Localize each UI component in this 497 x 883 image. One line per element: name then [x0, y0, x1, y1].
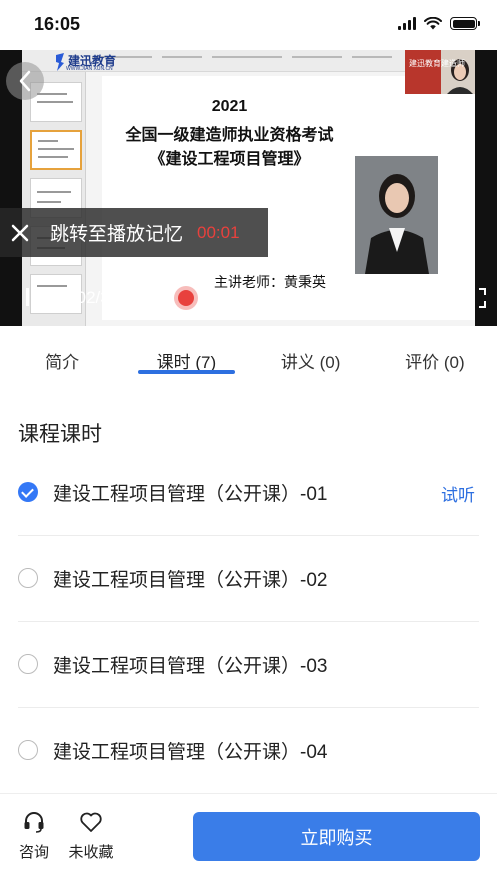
lesson-title: 建设工程项目管理（公开课）-03: [53, 656, 328, 677]
list-item[interactable]: 建设工程项目管理（公开课）-02: [0, 536, 497, 622]
unchecked-circle-icon: [18, 654, 38, 674]
close-icon: [11, 224, 29, 241]
status-time: 16:05: [34, 14, 81, 34]
favorite-button[interactable]: 未收藏: [64, 810, 118, 862]
list-item[interactable]: 建设工程项目管理（公开课）-01 试听: [0, 450, 497, 536]
lesson-title: 建设工程项目管理（公开课）-01: [53, 484, 328, 505]
resume-label[interactable]: 跳转至播放记忆: [50, 219, 183, 246]
lesson-title: 建设工程项目管理（公开课）-02: [53, 570, 328, 591]
tab-reviews[interactable]: 评价 (0): [373, 326, 497, 382]
trial-link[interactable]: 试听: [441, 481, 475, 506]
pip-banner-text: 建迅教育建造师: [409, 59, 465, 68]
cellular-signal-icon: [398, 17, 416, 30]
resume-playback-banner[interactable]: 跳转至播放记忆 00:01: [0, 208, 268, 257]
tab-label: 简介: [45, 353, 80, 372]
heart-icon: [80, 812, 102, 832]
status-bar: 16:05: [0, 0, 497, 50]
battery-icon: [450, 17, 480, 30]
list-item[interactable]: 建设工程项目管理（公开课）-03: [0, 622, 497, 708]
consult-button[interactable]: 咨询: [14, 810, 54, 862]
teacher-camera-pip: 建迅教育建造师: [405, 50, 475, 94]
chevron-left-icon: [19, 70, 31, 92]
checked-circle-icon: [18, 482, 38, 502]
buy-now-button[interactable]: 立即购买: [193, 812, 480, 861]
fullscreen-icon: [466, 288, 486, 308]
headset-icon: [24, 812, 44, 833]
logo-icon: [56, 53, 64, 71]
status-icons: [398, 17, 480, 30]
list-item[interactable]: 建设工程项目管理（公开课）-04: [0, 708, 497, 794]
unchecked-circle-icon: [18, 740, 38, 760]
player-controls: 00:02/35:39: [0, 276, 497, 321]
playback-time: 00:02/35:39: [53, 288, 143, 307]
resume-time: 00:01: [197, 222, 240, 242]
slide-year: 2021: [211, 98, 248, 115]
lesson-title: 建设工程项目管理（公开课）-04: [53, 742, 328, 763]
fullscreen-button[interactable]: [466, 288, 486, 308]
wifi-icon: [424, 17, 442, 30]
section-title: 课程课时: [18, 423, 102, 446]
slide-title: 全国一级建造师执业资格考试: [125, 127, 334, 144]
logo-subtext: WWW.JIAN XUN.CN: [66, 66, 113, 72]
bottom-action-bar: 咨询 未收藏 立即购买: [0, 793, 497, 883]
video-player[interactable]: 2021 全国一级建造师执业资格考试 《建设工程项目管理》 主讲老师：黄秉英 建…: [0, 50, 497, 326]
content-tabs: 简介 课时 (7) 讲义 (0) 评价 (0): [0, 326, 497, 382]
back-button[interactable]: [6, 62, 44, 100]
tab-handouts[interactable]: 讲义 (0): [249, 326, 373, 382]
favorite-label: 未收藏: [68, 844, 114, 861]
slide-subtitle: 《建设工程项目管理》: [149, 151, 310, 168]
teacher-photo: [355, 156, 438, 274]
tab-label: 评价 (0): [405, 353, 465, 372]
progress-knob[interactable]: [178, 290, 195, 306]
active-tab-indicator: [138, 370, 235, 374]
progress-slider[interactable]: [178, 290, 432, 306]
unchecked-circle-icon: [18, 568, 38, 588]
tab-lessons[interactable]: 课时 (7): [124, 326, 248, 382]
slide-thumbnail: [30, 130, 82, 170]
consult-label: 咨询: [18, 844, 49, 861]
tab-label: 讲义 (0): [280, 353, 341, 372]
resume-close-button[interactable]: [0, 208, 40, 257]
pause-button[interactable]: [26, 288, 40, 306]
tab-intro[interactable]: 简介: [0, 326, 124, 382]
